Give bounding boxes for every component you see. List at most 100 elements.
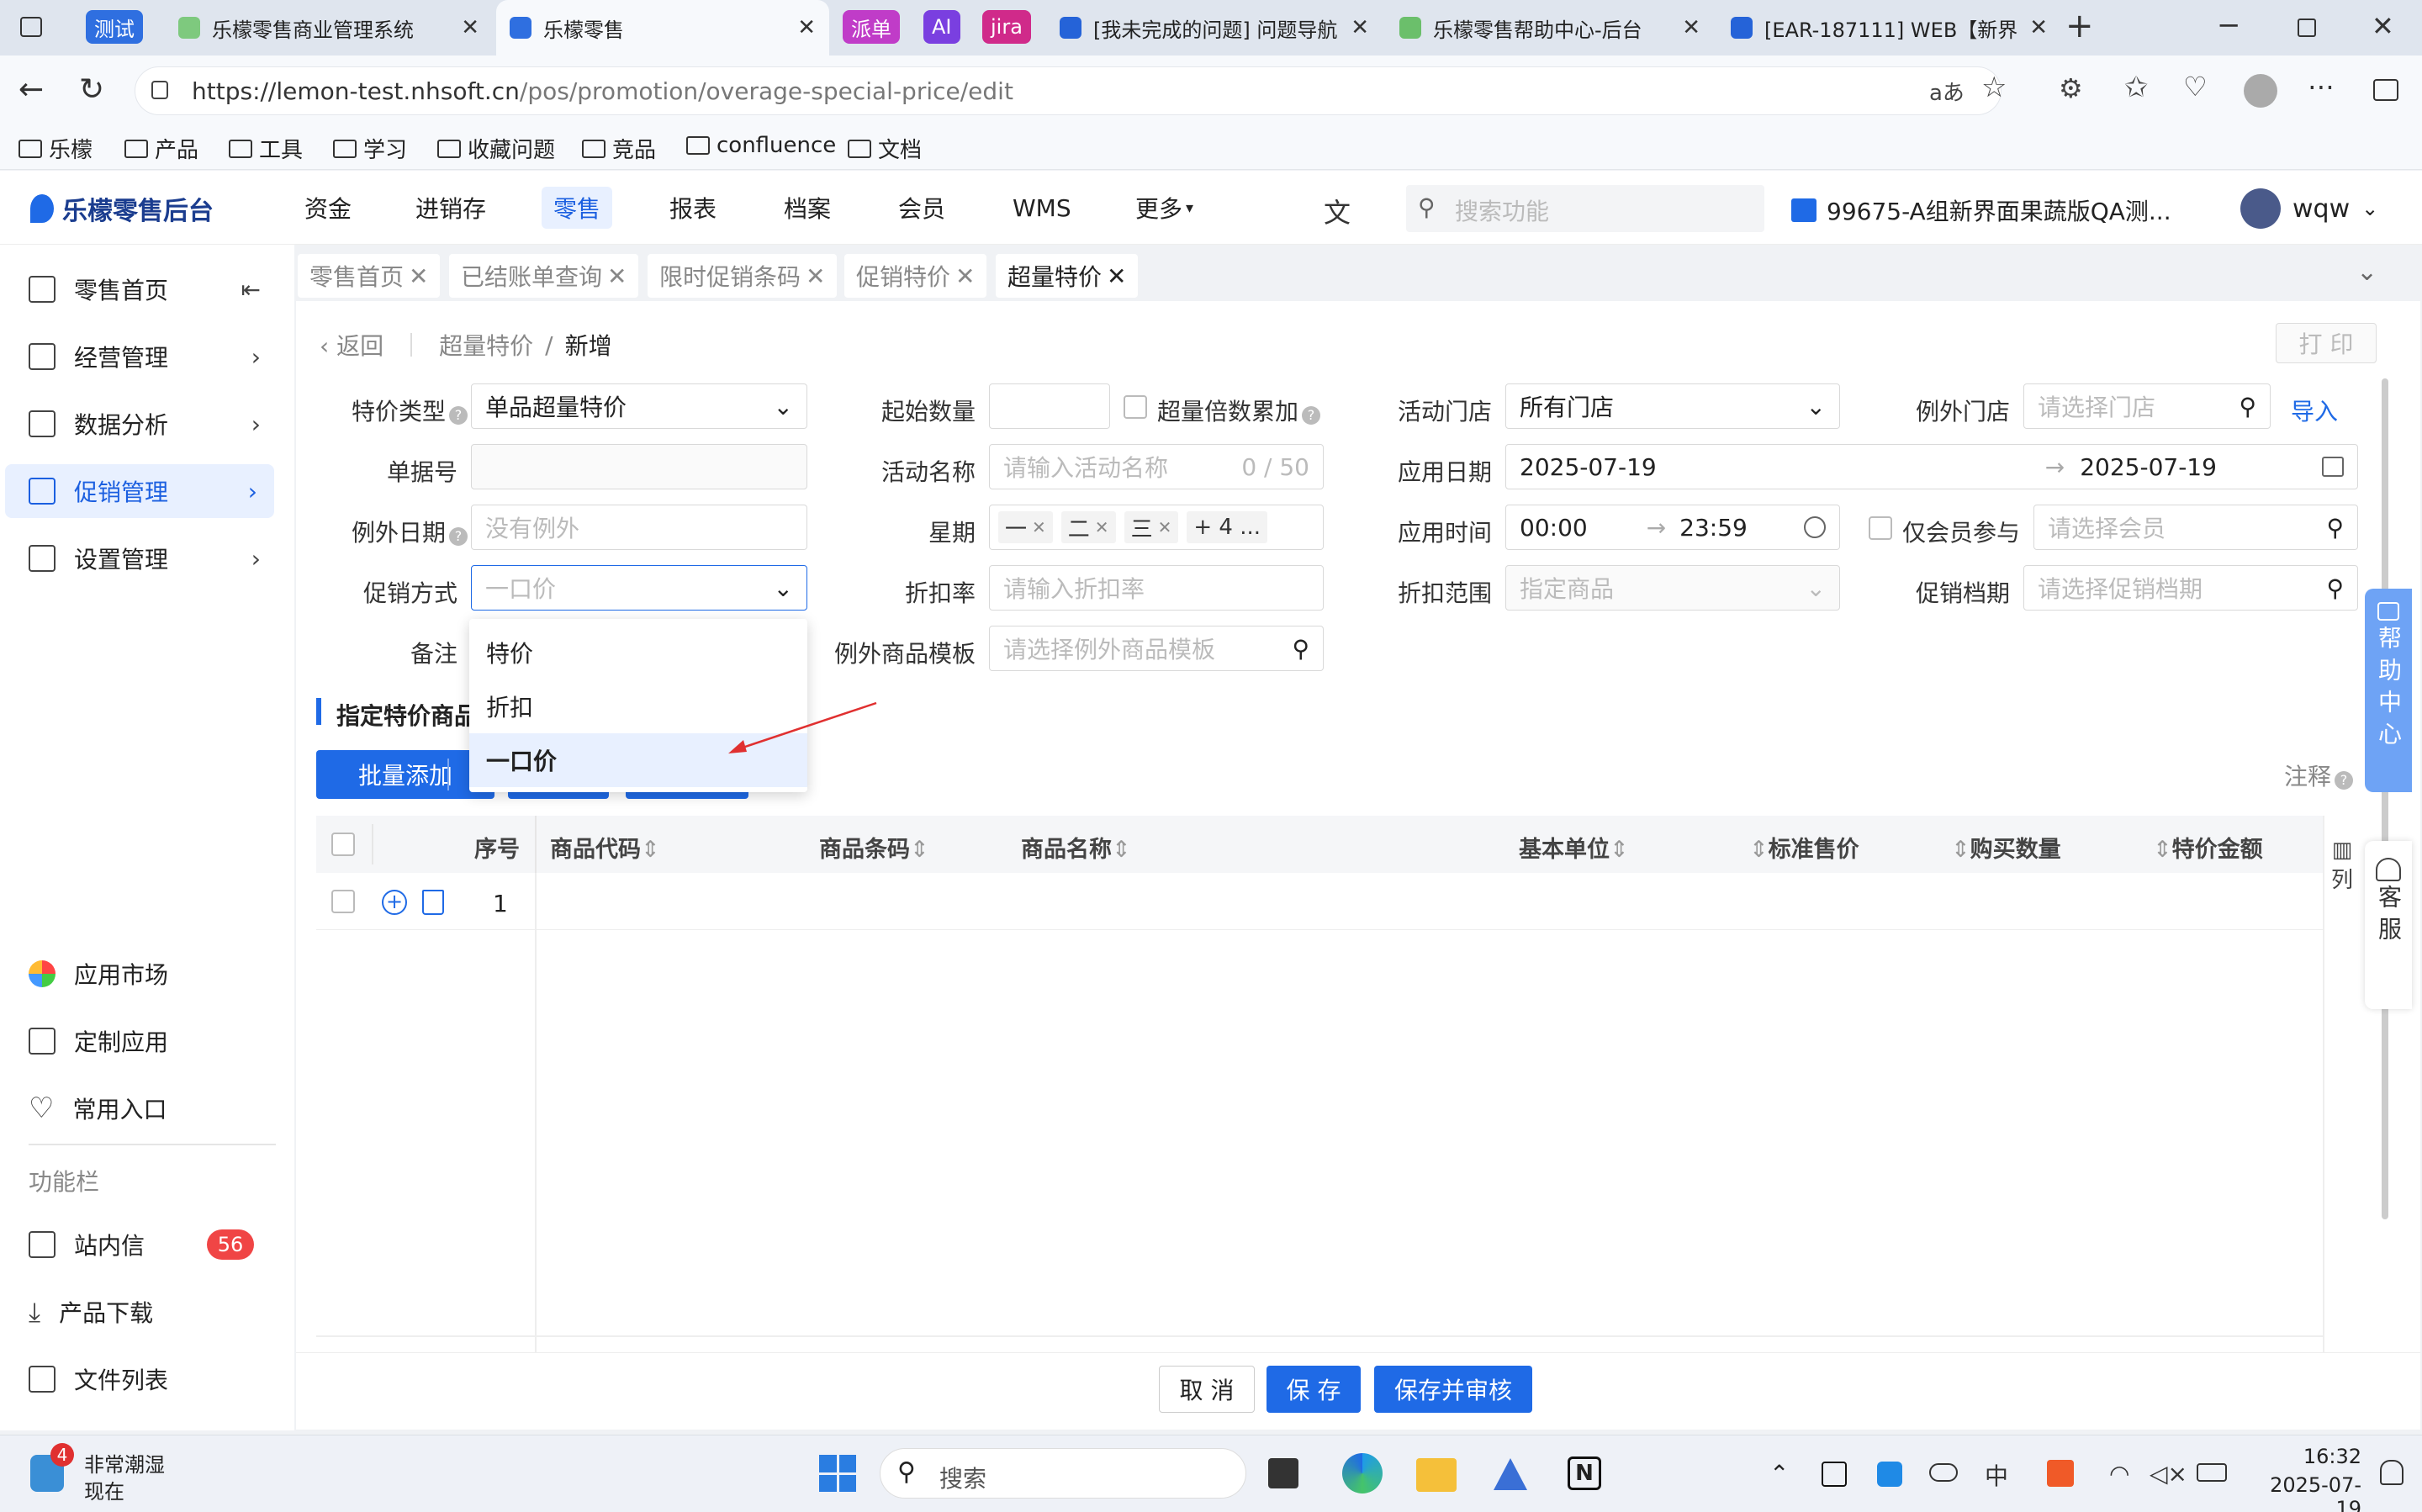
bookmark-folder[interactable]: 工具 (229, 133, 303, 164)
back-link[interactable]: ‹ 返回 (320, 328, 383, 362)
week-tag[interactable]: 三 ✕ (1124, 511, 1179, 543)
col-header-code[interactable]: 商品代码⇕ (550, 831, 660, 864)
store-select[interactable]: 所有门店 ⌄ (1505, 383, 1840, 429)
browser-tab-1[interactable]: 乐檬零售商业管理系统 ✕ (165, 0, 493, 56)
windows-start-icon[interactable] (819, 1455, 856, 1492)
billno-input[interactable] (471, 444, 807, 489)
close-icon[interactable]: ✕ (806, 262, 825, 290)
date-range-picker[interactable]: 2025-07-19 → 2025-07-19 (1505, 444, 2358, 489)
clock-date[interactable]: 2025-07-19 (2245, 1473, 2361, 1512)
print-button[interactable]: 打 印 (2276, 323, 2377, 363)
wifi-icon[interactable]: ◠ (2109, 1460, 2129, 1488)
read-aloud-icon[interactable]: aあ (1929, 76, 1965, 107)
bookmark-folder[interactable]: 收藏问题 (437, 133, 555, 164)
refresh-icon[interactable]: ↻ (79, 72, 104, 107)
nav-item-funds[interactable]: 资金 (293, 187, 363, 229)
discount-input[interactable]: 请输入折扣率 (989, 565, 1324, 611)
batch-add-button[interactable]: 批量添加 (316, 750, 494, 799)
member-only-checkbox[interactable] (1869, 516, 1892, 540)
customer-service-button[interactable]: 客服 (2365, 841, 2412, 1009)
row-checkbox[interactable] (331, 890, 355, 913)
close-icon[interactable]: ✕ (1158, 517, 1172, 537)
close-tab-icon[interactable]: ✕ (461, 15, 479, 40)
tray-orange-icon[interactable] (2047, 1460, 2074, 1487)
save-button[interactable]: 保 存 (1267, 1366, 1361, 1413)
collapse-icon[interactable]: ⇤ (241, 276, 261, 304)
search-icon[interactable]: ⚲ (1292, 635, 1309, 663)
search-icon[interactable]: ⚲ (2326, 514, 2344, 542)
template-input[interactable]: 请选择例外商品模板 ⚲ (989, 626, 1324, 671)
sidebar-item-custom-app[interactable]: 定制应用 (29, 1014, 278, 1068)
page-tab-overage-price[interactable]: 超量特价 ✕ (996, 254, 1139, 298)
sidebar-item-files[interactable]: 文件列表 (29, 1352, 278, 1406)
app-logo[interactable]: 乐檬零售后台 (30, 190, 214, 227)
ime-icon[interactable]: 中 (1985, 1458, 2008, 1492)
window-menu-icon[interactable] (20, 17, 42, 37)
bookmark-folder[interactable]: 乐檬 (19, 133, 93, 164)
new-tab-icon[interactable]: + (2065, 7, 2094, 45)
taskbar-search[interactable]: ⚲ 搜索 (880, 1448, 1246, 1499)
more-menu-icon[interactable]: ⋯ (2308, 71, 2335, 103)
close-icon[interactable]: ✕ (1107, 262, 1126, 290)
member-input[interactable]: 请选择会员 ⚲ (2033, 505, 2358, 550)
import-link[interactable]: 导入 (2291, 394, 2338, 427)
function-search-input[interactable]: ⚲ 搜索功能 (1406, 185, 1764, 232)
save-audit-button[interactable]: 保存并审核 (1374, 1366, 1532, 1413)
browser-tab-5[interactable]: [EAR-187111] WEB【新界 ✕ (1717, 0, 2054, 56)
nav-item-more[interactable]: 更多 ▾ (1124, 187, 1205, 229)
notification-icon[interactable] (2380, 1460, 2403, 1485)
tab-group-label[interactable]: 测试 (86, 10, 143, 44)
scope-select[interactable]: 指定商品 ⌄ (1505, 565, 1840, 611)
clock-time[interactable]: 16:32 (2301, 1445, 2361, 1468)
bookmark-pill-ai[interactable]: AI (923, 10, 960, 44)
close-icon[interactable]: ✕ (1032, 517, 1046, 537)
bookmark-folder[interactable]: 竞品 (582, 133, 656, 164)
close-icon[interactable]: ✕ (607, 262, 627, 290)
type-select[interactable]: 单品超量特价 ⌄ (471, 383, 807, 429)
battery-icon[interactable] (2197, 1463, 2227, 1482)
scrollbar[interactable] (2382, 378, 2388, 1219)
nav-item-members[interactable]: 会员 (886, 187, 957, 229)
favorite-star-icon[interactable]: ☆ (1981, 71, 2007, 104)
sidebar-item-analysis[interactable]: 数据分析 › (29, 397, 278, 451)
sidebar-item-messages[interactable]: 站内信 56 (29, 1218, 278, 1271)
browser-tab-2[interactable]: 乐檬零售 ✕ (496, 0, 829, 56)
col-header-name[interactable]: 商品名称⇕ (1021, 831, 1131, 864)
nav-item-inventory[interactable]: 进销存 (404, 187, 498, 229)
browser-tab-3[interactable]: [我未完成的问题] 问题导航 ✕ (1046, 0, 1383, 56)
close-tab-icon[interactable]: ✕ (797, 15, 816, 40)
search-icon[interactable]: ⚲ (2239, 393, 2256, 420)
sidebar-item-app-market[interactable]: 应用市场 (29, 947, 278, 1001)
except-store-input[interactable]: 请选择门店 ⚲ (2023, 383, 2271, 429)
actname-input[interactable]: 请输入活动名称 0 / 50 (989, 444, 1324, 489)
sidebar-item-settings[interactable]: 设置管理 › (29, 531, 278, 585)
lock-icon[interactable] (151, 81, 168, 99)
bookmark-folder[interactable]: 文档 (848, 133, 922, 164)
task-view-icon[interactable] (1268, 1458, 1298, 1488)
close-icon[interactable]: ✕ (955, 262, 975, 290)
nav-item-retail[interactable]: 零售 (542, 187, 613, 229)
col-header-barcode[interactable]: 商品条码⇕ (819, 831, 929, 864)
nav-item-archives[interactable]: 档案 (772, 187, 843, 229)
breadcrumb-parent[interactable]: 超量特价 (439, 328, 533, 362)
nav-item-reports[interactable]: 报表 (658, 187, 728, 229)
minimize-icon[interactable]: − (2217, 8, 2241, 42)
browser-tab-4[interactable]: 乐檬零售帮助中心-后台 ✕ (1386, 0, 1714, 56)
close-icon[interactable]: ✕ (409, 262, 428, 290)
select-all-checkbox[interactable] (331, 833, 355, 856)
close-icon[interactable]: ✕ (1095, 517, 1109, 537)
add-row-icon[interactable]: + (382, 890, 407, 915)
page-tab-retail-home[interactable]: 零售首页 ✕ (298, 254, 441, 298)
help-icon[interactable]: ? (1302, 406, 1321, 425)
translate-icon[interactable]: 文 (1324, 192, 1351, 230)
col-header-qty[interactable]: ⇕购买数量 (1951, 831, 2061, 864)
tray-chevron-up-icon[interactable]: ⌃ (1769, 1460, 1789, 1488)
multiple-checkbox[interactable] (1124, 395, 1147, 419)
method-select[interactable]: 一口价 ⌄ (471, 565, 807, 611)
note-label[interactable]: 注释? (2284, 759, 2354, 792)
week-tag[interactable]: 一 ✕ (998, 511, 1053, 543)
column-settings-button[interactable]: ▥ 列 (2329, 838, 2355, 894)
dropdown-option-special[interactable]: 特价 (469, 626, 807, 679)
cancel-button[interactable]: 取 消 (1159, 1366, 1255, 1413)
nav-item-wms[interactable]: WMS (1001, 187, 1083, 229)
